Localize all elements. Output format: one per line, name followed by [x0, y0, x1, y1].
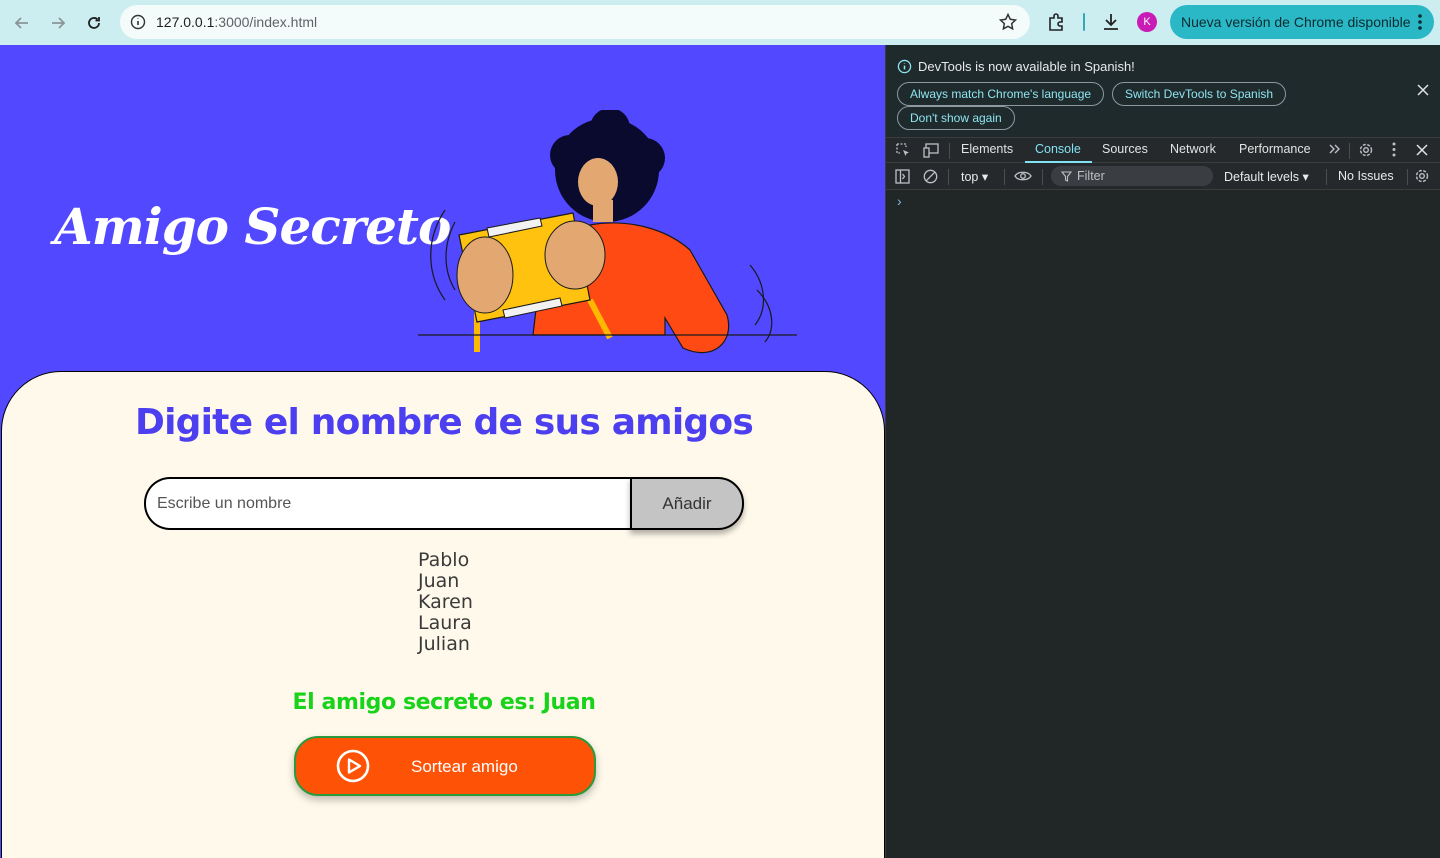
toolbar-divider-a [948, 169, 949, 185]
tabbar-divider [949, 143, 950, 159]
device-toolbar-icon[interactable] [923, 143, 940, 163]
reload-icon [88, 16, 100, 29]
toolbar-divider-b [1004, 169, 1005, 185]
result-text: El amigo secreto es: Juan [292, 690, 596, 715]
settings-gear-icon[interactable] [1358, 142, 1374, 163]
download-icon[interactable] [1100, 11, 1122, 38]
toolbar-divider [1083, 13, 1085, 31]
dont-show-again-button[interactable]: Don't show again [897, 106, 1015, 130]
tab-network[interactable]: Network [1170, 142, 1216, 156]
reload-button[interactable] [76, 5, 112, 41]
chrome-update-button[interactable]: Nueva versión de Chrome disponible [1170, 5, 1434, 39]
hero-title: Amigo Secreto [54, 197, 451, 256]
match-language-button[interactable]: Always match Chrome's language [897, 82, 1105, 106]
clear-console-icon[interactable] [923, 169, 938, 189]
toolbar-divider-c [1042, 169, 1043, 185]
log-levels-dropdown[interactable]: Default levels ▾ [1224, 169, 1309, 184]
devtools-menu-icon[interactable] [1392, 142, 1396, 162]
add-friend-form: Añadir [144, 477, 744, 530]
sidebar-toggle-icon[interactable] [895, 169, 910, 189]
draw-button-label: Sortear amigo [411, 757, 518, 776]
devtools-panel: DevTools is now available in Spanish! Al… [885, 45, 1440, 858]
tab-elements[interactable]: Elements [961, 142, 1013, 156]
filter-placeholder: Filter [1077, 169, 1105, 183]
draw-friend-button[interactable]: Sortear amigo [294, 736, 596, 796]
console-settings-gear-icon[interactable] [1414, 168, 1430, 189]
add-button[interactable]: Añadir [630, 477, 744, 530]
toolbar-divider-d [1326, 169, 1327, 185]
log-levels-label: Default levels [1224, 170, 1300, 184]
friends-card: Digite el nombre de sus amigos Añadir Pa… [1, 371, 885, 858]
more-tabs-icon[interactable] [1328, 142, 1342, 161]
tab-performance[interactable]: Performance [1239, 142, 1311, 156]
close-banner-icon[interactable] [1417, 83, 1429, 101]
site-info-icon[interactable] [128, 12, 148, 32]
friends-list: Pablo Juan Karen Laura Julian [418, 550, 473, 655]
tab-sources[interactable]: Sources [1102, 142, 1148, 156]
friend-name-input[interactable] [144, 477, 634, 530]
filter-funnel-icon [1061, 171, 1072, 182]
forward-button[interactable] [40, 5, 76, 41]
console-filter-input[interactable]: Filter [1051, 166, 1213, 186]
banner-message: DevTools is now available in Spanish! [897, 59, 1135, 74]
friend-list-item: Pablo [418, 549, 470, 571]
console-prompt[interactable]: › [897, 193, 902, 209]
friend-list-item: Karen [418, 591, 473, 613]
url-path: :3000/index.html [214, 14, 318, 30]
url-host: 127.0.0.1 [156, 14, 215, 30]
extensions-puzzle-icon[interactable] [1046, 11, 1068, 38]
arrow-right-icon [52, 16, 66, 29]
live-expression-eye-icon[interactable] [1014, 169, 1032, 188]
context-selector[interactable]: top ▾ [961, 169, 988, 184]
info-icon [897, 59, 912, 74]
person-opening-gift-illustration [418, 110, 797, 354]
address-bar[interactable]: 127.0.0.1:3000/index.html [120, 5, 1030, 39]
friend-list-item: Juan [418, 570, 460, 592]
url-text: 127.0.0.1:3000/index.html [156, 14, 317, 30]
back-button[interactable] [4, 5, 40, 41]
tabbar-divider-2 [1349, 143, 1350, 159]
devtools-tabbar: Elements Console Sources Network Perform… [886, 137, 1440, 163]
friend-list-item: Laura [418, 612, 472, 634]
tab-console[interactable]: Console [1035, 142, 1081, 156]
banner-message-text: DevTools is now available in Spanish! [918, 59, 1135, 74]
inspect-element-icon[interactable] [896, 143, 911, 163]
switch-to-spanish-button[interactable]: Switch DevTools to Spanish [1112, 82, 1287, 106]
close-devtools-icon[interactable] [1416, 143, 1428, 161]
friend-list-item: Julian [418, 633, 470, 655]
bookmark-star-icon[interactable] [998, 12, 1018, 37]
toolbar-divider-e [1407, 169, 1408, 185]
update-label: Nueva versión de Chrome disponible [1181, 14, 1411, 30]
section-heading: Digite el nombre de sus amigos [135, 402, 754, 443]
arrow-left-icon [14, 16, 28, 29]
language-banner: DevTools is now available in Spanish! Al… [886, 45, 1440, 137]
profile-avatar[interactable]: K [1137, 12, 1157, 32]
context-label: top [961, 170, 979, 184]
page-viewport: Amigo Secreto Digite el nombre de sus am… [0, 45, 885, 858]
console-output[interactable] [886, 190, 1440, 858]
issues-counter[interactable]: No Issues [1338, 169, 1394, 183]
console-toolbar: top ▾ Filter Default levels ▾ No Issues [886, 163, 1440, 190]
more-menu-icon[interactable] [1418, 13, 1422, 34]
play-circle-icon [336, 749, 370, 783]
